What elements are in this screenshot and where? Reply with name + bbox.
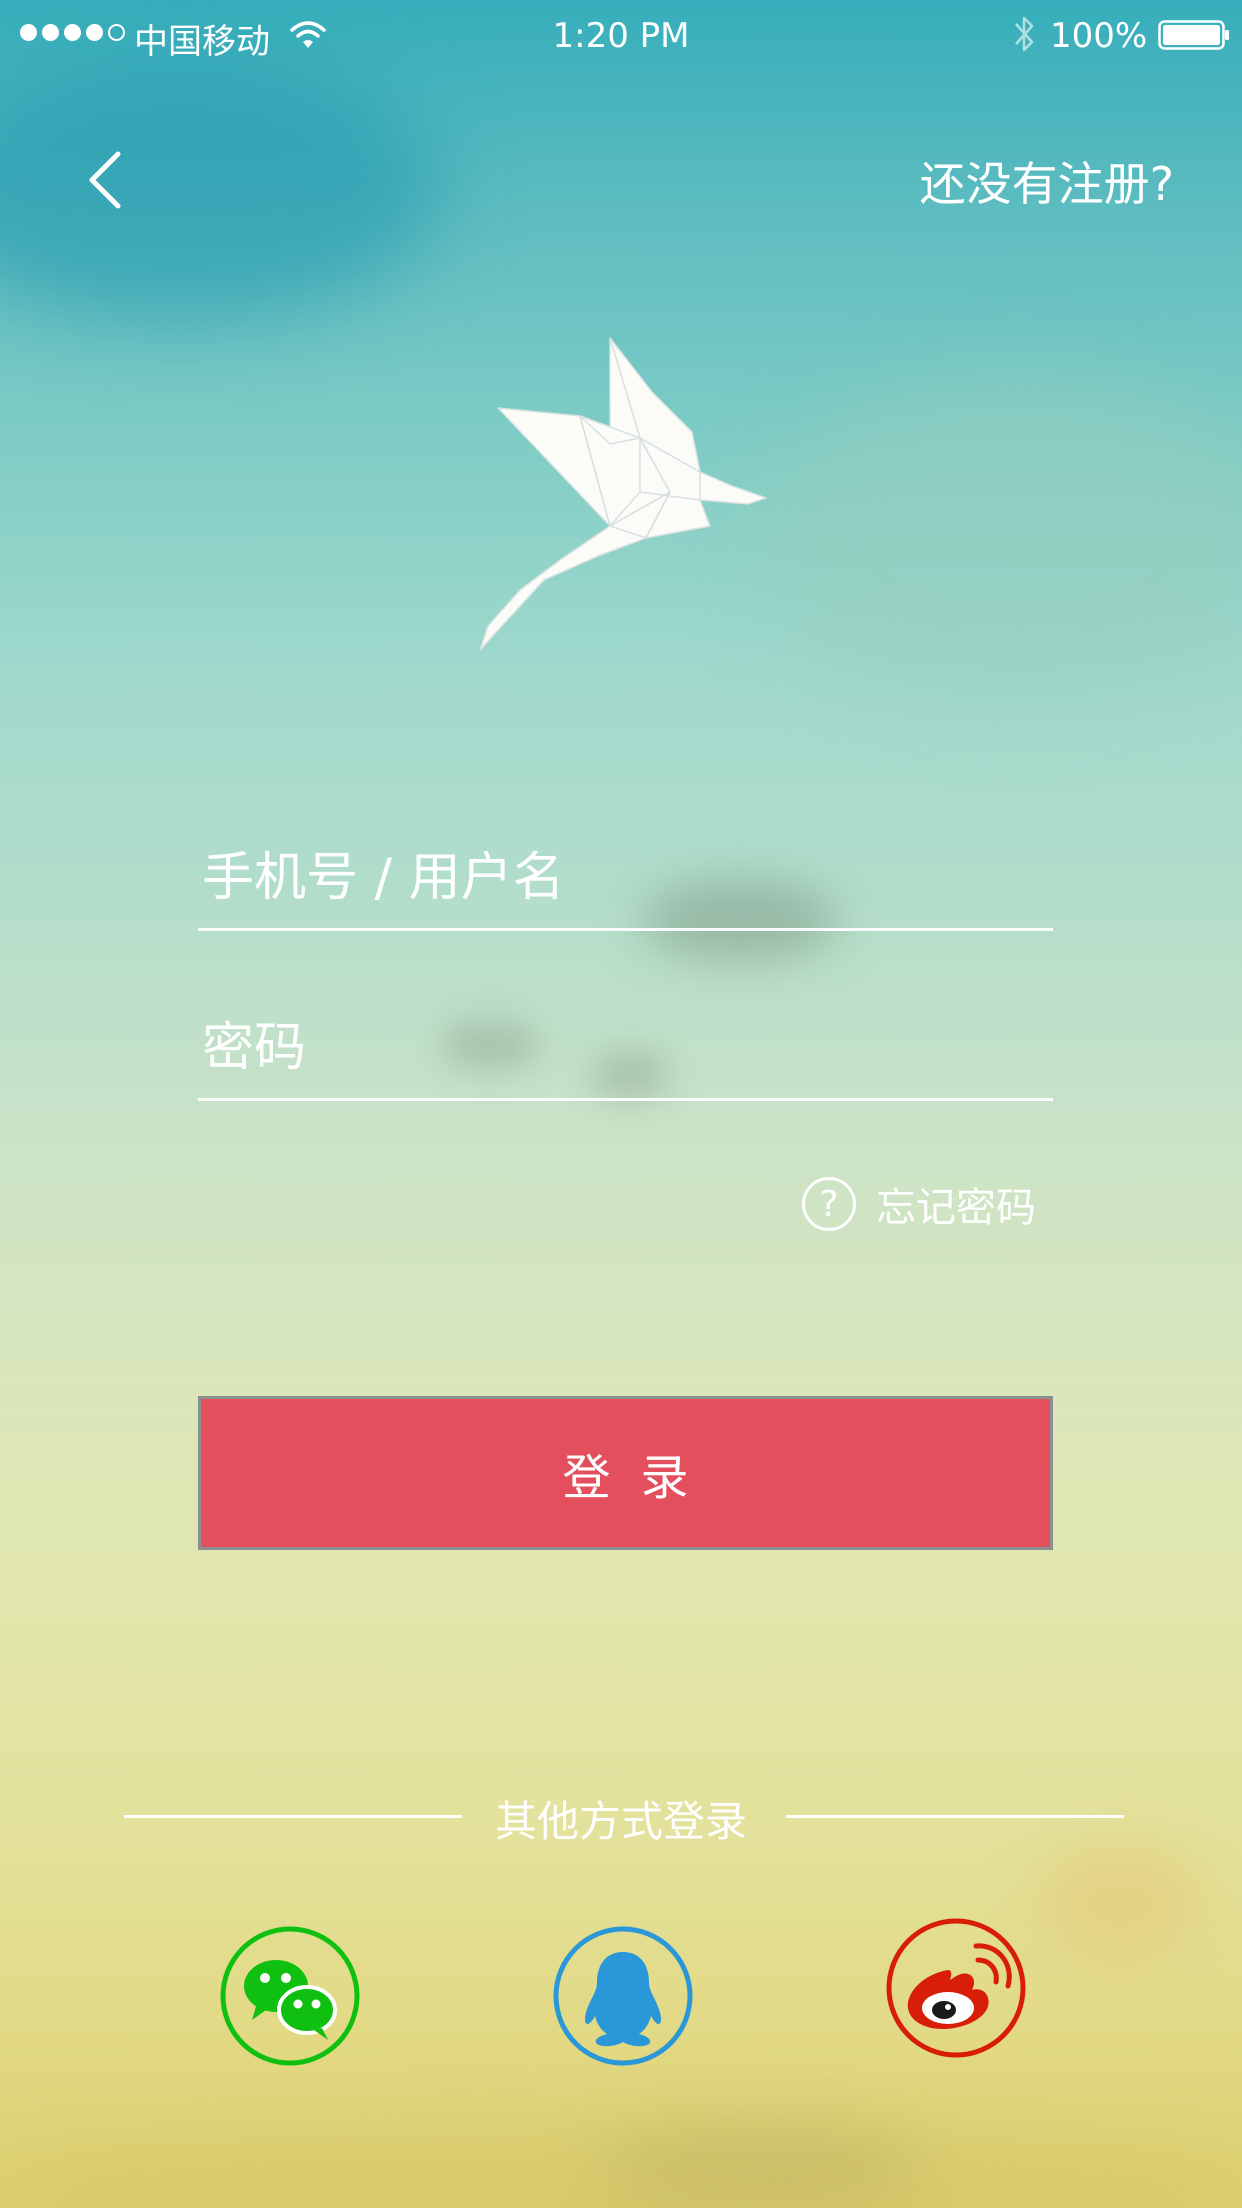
login-button[interactable]: 登录	[198, 1396, 1053, 1550]
question-circle-icon: ?	[802, 1177, 856, 1231]
battery-icon	[1158, 20, 1229, 50]
username-input[interactable]	[198, 828, 1053, 928]
weibo-icon[interactable]	[886, 1918, 1026, 2058]
password-input[interactable]	[198, 998, 1053, 1098]
username-field-wrapper	[198, 828, 1053, 931]
wechat-icon[interactable]	[220, 1926, 360, 2066]
login-screen: 中国移动 1:20 PM 100% 还没有注册? 手机号 / 用户名 ? 忘记密…	[0, 0, 1242, 2208]
origami-bird-logo	[479, 337, 767, 651]
bluetooth-icon	[1015, 16, 1034, 52]
other-login-label: 其他方式登录	[494, 1797, 747, 1846]
back-chevron-icon[interactable]	[70, 140, 140, 220]
status-bar: 中国移动 1:20 PM 100%	[0, 0, 1242, 72]
qq-icon[interactable]	[553, 1926, 693, 2066]
forgot-password-label: 忘记密码	[876, 1185, 1036, 1231]
register-link[interactable]: 还没有注册?	[920, 148, 1174, 214]
password-field-wrapper	[198, 998, 1053, 1101]
battery-percentage: 100%	[1050, 16, 1148, 56]
forgot-password-link[interactable]: ? 忘记密码	[802, 1174, 1036, 1234]
